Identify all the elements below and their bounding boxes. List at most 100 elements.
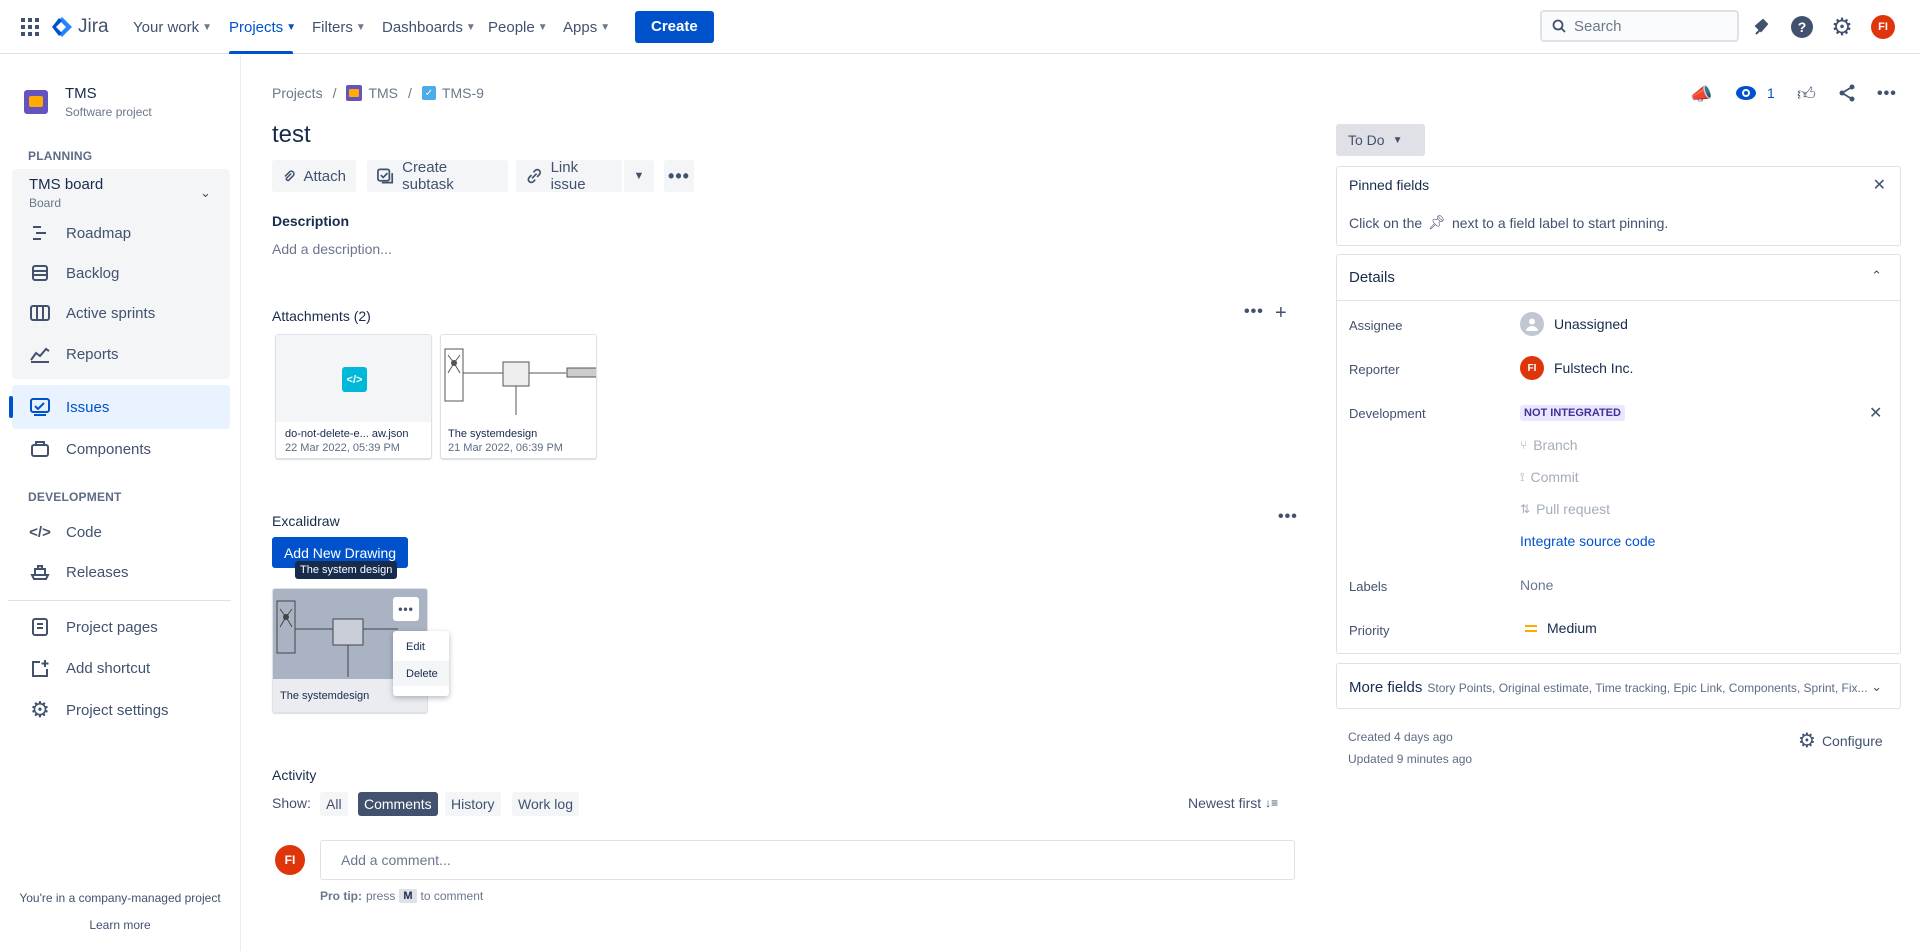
nav-label: People bbox=[488, 18, 535, 36]
created-timestamp: Created 4 days ago bbox=[1348, 730, 1453, 744]
more-actions-button[interactable]: ••• bbox=[664, 160, 694, 192]
profile-avatar[interactable]: FI bbox=[1869, 13, 1897, 41]
comment-input[interactable]: Add a comment... bbox=[320, 840, 1295, 880]
nav-projects[interactable]: Projects ▼ bbox=[229, 0, 297, 54]
priority-value[interactable]: Medium bbox=[1525, 620, 1597, 636]
sidebar-item-active-sprints[interactable]: Active sprints bbox=[30, 303, 155, 323]
link-issue-dropdown[interactable]: ▼ bbox=[624, 160, 654, 192]
sidebar-item-roadmap[interactable]: Roadmap bbox=[30, 223, 131, 243]
reporter-value[interactable]: FI Fulstech Inc. bbox=[1520, 356, 1633, 380]
project-sidebar: TMS Software project PLANNING TMS board … bbox=[0, 55, 241, 951]
search-input[interactable]: Search bbox=[1540, 10, 1739, 42]
attachment-card-image[interactable]: The systemdesign 21 Mar 2022, 06:39 PM bbox=[440, 334, 597, 459]
sidebar-item-label: Project settings bbox=[66, 701, 169, 719]
sidebar-item-reports[interactable]: Reports bbox=[30, 344, 119, 364]
link-icon bbox=[527, 168, 542, 184]
sidebar-item-backlog[interactable]: Backlog bbox=[30, 263, 119, 283]
nav-filters[interactable]: Filters ▼ bbox=[312, 0, 366, 54]
sidebar-item-components[interactable]: Components bbox=[30, 439, 151, 459]
excalidraw-more-icon[interactable]: ••• bbox=[1278, 508, 1298, 526]
chevron-down-icon: ▼ bbox=[355, 21, 366, 33]
close-icon[interactable]: ✕ bbox=[1869, 403, 1882, 423]
tab-all[interactable]: All bbox=[320, 792, 348, 816]
sort-newest-first[interactable]: Newest first ↓≡ bbox=[1188, 795, 1278, 811]
chevron-down-icon: ▼ bbox=[202, 21, 213, 33]
sidebar-item-code[interactable]: </> Code bbox=[29, 522, 102, 542]
sidebar-item-project-settings[interactable]: ⚙ Project settings bbox=[30, 697, 169, 722]
nav-dashboards[interactable]: Dashboards ▼ bbox=[382, 0, 476, 54]
breadcrumb-projects[interactable]: Projects bbox=[272, 85, 323, 101]
breadcrumb-project[interactable]: TMS bbox=[346, 85, 398, 101]
project-avatar-icon[interactable] bbox=[24, 90, 48, 114]
ship-icon bbox=[30, 562, 50, 582]
more-fields-panel[interactable]: More fields Story Points, Original estim… bbox=[1336, 663, 1901, 709]
menu-item-edit[interactable]: Edit bbox=[406, 641, 425, 653]
avatar: FI bbox=[275, 845, 305, 875]
learn-more-link[interactable]: Learn more bbox=[0, 918, 240, 932]
sidebar-item-label: Releases bbox=[66, 563, 129, 581]
pinned-fields-panel: Pinned fields ✕ Click on the 📌︎ next to … bbox=[1336, 166, 1901, 246]
watchers-button[interactable]: 1 bbox=[1735, 85, 1775, 101]
attachment-card-json[interactable]: </> do-not-delete-e... aw.json 22 Mar 20… bbox=[275, 334, 432, 459]
settings-gear-icon[interactable]: ⚙ bbox=[1828, 13, 1856, 41]
close-icon[interactable]: ✕ bbox=[1873, 175, 1886, 195]
sidebar-item-issues-content[interactable]: Issues bbox=[30, 397, 109, 417]
app-switcher-icon[interactable] bbox=[21, 0, 39, 54]
tab-work-log[interactable]: Work log bbox=[512, 792, 579, 816]
attachments-more-icon[interactable]: ••• bbox=[1244, 303, 1264, 321]
jira-logo[interactable]: Jira bbox=[52, 0, 109, 54]
drawing-name: The systemdesign bbox=[280, 690, 370, 702]
tab-history[interactable]: History bbox=[445, 792, 501, 816]
description-field[interactable]: Add a description... bbox=[272, 241, 392, 257]
active-indicator bbox=[9, 396, 13, 418]
attach-label: Attach bbox=[303, 167, 346, 185]
pull-request-icon: ⇅ bbox=[1520, 502, 1531, 516]
notifications-icon[interactable] bbox=[1748, 13, 1776, 41]
share-icon[interactable] bbox=[1838, 84, 1856, 105]
nav-people[interactable]: People ▼ bbox=[488, 0, 548, 54]
assignee-name: Unassigned bbox=[1554, 316, 1628, 332]
sidebar-item-project-pages[interactable]: Project pages bbox=[30, 617, 158, 637]
sidebar-item-label: Components bbox=[66, 440, 152, 458]
chevron-down-icon: ▼ bbox=[600, 21, 611, 33]
attach-button[interactable]: Attach bbox=[272, 160, 356, 192]
issue-title[interactable]: test bbox=[272, 121, 311, 149]
project-name[interactable]: TMS bbox=[65, 85, 97, 102]
drawing-more-icon[interactable]: ••• bbox=[393, 597, 419, 621]
link-issue-button[interactable]: Link issue bbox=[516, 159, 622, 193]
chevron-down-icon: ▼ bbox=[286, 21, 297, 33]
assignee-value[interactable]: Unassigned bbox=[1520, 312, 1628, 336]
chevron-up-icon[interactable]: ⌃ bbox=[1871, 268, 1882, 284]
add-attachment-icon[interactable]: + bbox=[1275, 302, 1287, 325]
nav-label: Filters bbox=[312, 18, 353, 36]
nav-label: Apps bbox=[563, 18, 598, 36]
nav-your-work[interactable]: Your work ▼ bbox=[133, 0, 212, 54]
sidebar-item-label: Active sprints bbox=[66, 304, 156, 322]
feedback-megaphone-icon[interactable]: 📣 bbox=[1690, 84, 1712, 105]
create-button[interactable]: Create bbox=[635, 11, 714, 43]
company-managed-note: You're in a company-managed project bbox=[19, 891, 221, 905]
pinned-hint-a: Click on the bbox=[1349, 214, 1423, 231]
tab-comments[interactable]: Comments bbox=[358, 792, 438, 816]
chevron-down-icon[interactable]: ⌄ bbox=[200, 185, 211, 201]
help-icon[interactable]: ? bbox=[1788, 13, 1816, 41]
more-fields-list: Story Points, Original estimate, Time tr… bbox=[1427, 681, 1868, 695]
status-dropdown[interactable]: To Do ▼ bbox=[1336, 124, 1425, 156]
sidebar-item-add-shortcut[interactable]: Add shortcut bbox=[30, 658, 150, 678]
like-icon[interactable]: 👍︎ bbox=[1797, 83, 1816, 105]
breadcrumb-issue[interactable]: ✓ TMS-9 bbox=[421, 85, 484, 101]
nav-apps[interactable]: Apps ▼ bbox=[563, 0, 610, 54]
integrate-source-code-link[interactable]: Integrate source code bbox=[1520, 533, 1655, 549]
attachments-heading: Attachments (2) bbox=[272, 308, 371, 324]
sidebar-item-releases[interactable]: Releases bbox=[30, 562, 129, 582]
more-icon[interactable]: ••• bbox=[1877, 85, 1897, 103]
gear-icon: ⚙ bbox=[30, 697, 50, 722]
pro-tip-press: press bbox=[366, 889, 396, 903]
menu-item-delete[interactable]: Delete bbox=[406, 668, 438, 680]
configure-button[interactable]: ⚙ Configure bbox=[1798, 728, 1883, 753]
board-name[interactable]: TMS board bbox=[29, 176, 103, 193]
create-subtask-button[interactable]: Create subtask bbox=[367, 159, 508, 193]
details-header[interactable] bbox=[1337, 255, 1900, 301]
labels-value[interactable]: None bbox=[1520, 577, 1553, 593]
chevron-down-icon: ▼ bbox=[633, 170, 645, 182]
